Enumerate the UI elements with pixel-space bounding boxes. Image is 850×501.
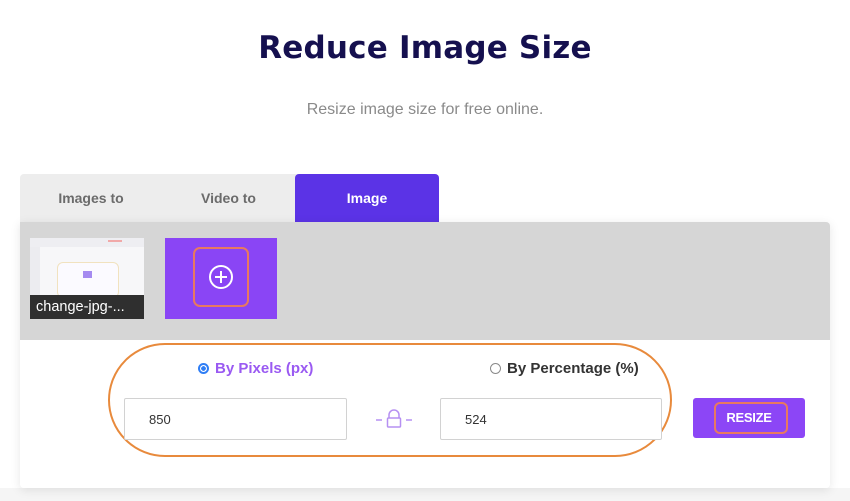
resize-button-label: RESIZE — [726, 410, 772, 425]
plus-circle-icon — [209, 265, 233, 289]
thumbnail-preview-dropzone — [57, 262, 119, 298]
mode-by-pixels[interactable]: By Pixels (px) — [198, 360, 313, 377]
page-bottom-shade — [0, 488, 850, 501]
tab-image-resizer[interactable]: Image Resizer — [295, 174, 439, 254]
resize-options: By Pixels (px) By Percentage (%) RESIZE — [20, 340, 830, 488]
height-input[interactable] — [440, 398, 662, 440]
page-title: Reduce Image Size — [258, 30, 592, 66]
resize-button[interactable]: RESIZE — [693, 398, 805, 438]
mode-by-percentage[interactable]: By Percentage (%) — [490, 360, 639, 377]
tool-tabs: Images to GIF Video to GIF Image Resizer — [20, 174, 439, 254]
resizer-panel: change-jpg-... By Pixels (px) By Percent… — [20, 222, 830, 488]
width-input[interactable] — [124, 398, 347, 440]
thumbnail-preview-accent — [108, 240, 122, 242]
tab-images-to-gif[interactable]: Images to GIF — [20, 174, 162, 254]
radio-by-pixels[interactable] — [198, 363, 209, 374]
thumbnail-preview-topbar — [30, 238, 144, 247]
thumbnail-preview-icon — [83, 271, 92, 278]
add-image-button[interactable] — [165, 238, 277, 319]
mode-by-pixels-label: By Pixels (px) — [215, 360, 314, 377]
radio-by-percentage[interactable] — [490, 363, 501, 374]
uploaded-image-thumbnail[interactable]: change-jpg-... — [30, 238, 144, 319]
tab-video-to-gif[interactable]: Video to GIF — [162, 174, 295, 254]
page-subtitle: Resize image size for free online. — [306, 101, 544, 118]
lock-icon[interactable] — [374, 407, 414, 431]
thumbnail-filename: change-jpg-... — [30, 295, 144, 319]
image-gallery: change-jpg-... — [20, 222, 830, 340]
mode-by-percentage-label: By Percentage (%) — [507, 360, 639, 377]
